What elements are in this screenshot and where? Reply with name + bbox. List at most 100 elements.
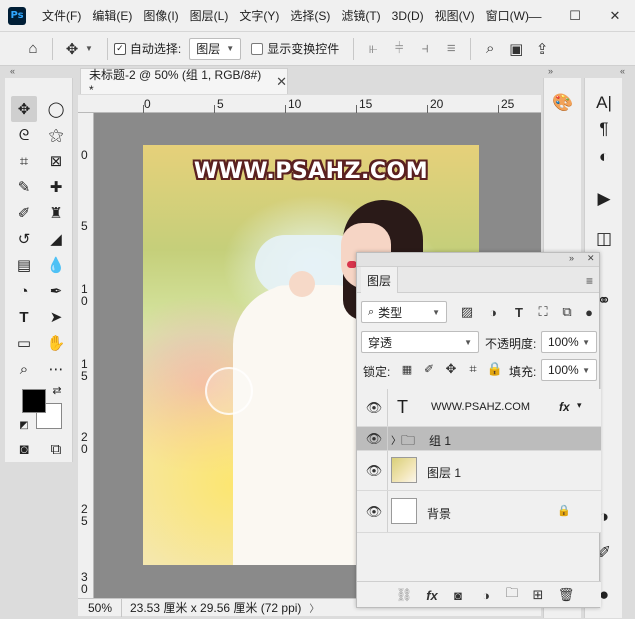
pen-icon[interactable]: ✒ bbox=[43, 278, 69, 304]
blend-mode-dropdown[interactable]: 穿透 ▼ bbox=[361, 331, 479, 353]
gradient-icon[interactable]: ▤ bbox=[11, 252, 37, 278]
menu-filter[interactable]: 滤镜(T) bbox=[337, 7, 384, 24]
auto-select-target-dropdown[interactable]: 图层 ▼ bbox=[189, 37, 242, 60]
eye-icon[interactable]: 👁 bbox=[365, 399, 383, 417]
home-icon[interactable]: ⌂ bbox=[20, 36, 46, 62]
lasso-icon[interactable]: ᘓ bbox=[11, 122, 37, 148]
chevron-down-icon[interactable]: ▾ bbox=[577, 400, 582, 411]
character-icon[interactable]: A| bbox=[589, 90, 619, 116]
layer-row-text[interactable]: 👁 T WWW.PSAHZ.COM fx ▾ bbox=[357, 389, 601, 427]
paragraph-icon[interactable]: ¶ bbox=[589, 116, 619, 142]
quick-mask-icon[interactable]: ◙ bbox=[11, 436, 37, 462]
lock-artboard-icon[interactable]: ⌗ bbox=[463, 359, 483, 379]
add-mask-icon[interactable]: ◙ bbox=[449, 586, 467, 604]
vertical-ruler[interactable]: 0 5 1 0 1 5 2 0 2 5 3 0 bbox=[78, 113, 94, 598]
hand-icon[interactable]: ✋ bbox=[43, 330, 69, 356]
dodge-icon[interactable]: ◔ bbox=[11, 278, 37, 304]
swap-colors-icon[interactable]: ⇄ bbox=[49, 382, 65, 398]
align-left-icon[interactable]: ⫦ bbox=[360, 36, 386, 62]
link-layers-icon[interactable]: ⛓ bbox=[395, 586, 413, 604]
screen-mode-icon[interactable]: ⧉ bbox=[43, 436, 69, 462]
blur-icon[interactable]: 💧 bbox=[43, 252, 69, 278]
layer-name[interactable]: 图层 1 bbox=[427, 464, 461, 481]
eyedropper-icon[interactable]: ✎ bbox=[11, 174, 37, 200]
clone-stamp-icon[interactable]: ♜ bbox=[43, 200, 69, 226]
zoom-level[interactable]: 50% bbox=[78, 598, 122, 617]
type-filter-icon[interactable]: T bbox=[509, 302, 529, 322]
play-icon[interactable]: ▶ bbox=[589, 186, 619, 212]
align-right-icon[interactable]: ⫞ bbox=[412, 36, 438, 62]
maximize-button[interactable]: ☐ bbox=[555, 0, 595, 32]
layer-name[interactable]: 组 1 bbox=[429, 432, 451, 449]
frame-icon[interactable]: ⊠ bbox=[43, 148, 69, 174]
brush-icon[interactable]: ✐ bbox=[11, 200, 37, 226]
menu-select[interactable]: 选择(S) bbox=[286, 7, 334, 24]
align-center-icon[interactable]: ⫩ bbox=[386, 36, 412, 62]
menu-file[interactable]: 文件(F) bbox=[38, 7, 85, 24]
new-layer-icon[interactable]: ⊞ bbox=[529, 586, 547, 604]
menu-type[interactable]: 文字(Y) bbox=[235, 7, 283, 24]
fx-icon[interactable]: fx bbox=[559, 400, 570, 414]
menu-layer[interactable]: 图层(L) bbox=[186, 7, 233, 24]
distribute-icon[interactable]: ≡ bbox=[438, 36, 464, 62]
delete-layer-icon[interactable]: 🗑 bbox=[557, 586, 575, 604]
toolbar-collapse-icon[interactable]: « bbox=[10, 66, 15, 78]
eye-icon[interactable]: 👁 bbox=[365, 430, 383, 448]
auto-select-checkbox[interactable]: ✓ bbox=[113, 42, 126, 55]
lock-position-icon[interactable]: ✥ bbox=[441, 359, 461, 379]
panel-collapse-icon[interactable]: » bbox=[569, 253, 574, 263]
menu-edit[interactable]: 编辑(E) bbox=[88, 7, 136, 24]
minimize-button[interactable]: — bbox=[515, 0, 555, 32]
filter-toggle-icon[interactable]: ● bbox=[579, 302, 599, 322]
layer-row-image[interactable]: 👁 图层 1 bbox=[357, 451, 601, 491]
crop-icon[interactable]: ⌗ bbox=[11, 148, 37, 174]
healing-brush-icon[interactable]: ✚ bbox=[43, 174, 69, 200]
lock-pixels-icon[interactable]: ✐ bbox=[419, 359, 439, 379]
search-icon[interactable]: ⌕ bbox=[477, 36, 503, 62]
path-selection-icon[interactable]: ➤ bbox=[43, 304, 69, 330]
new-group-icon[interactable]: 🗀 bbox=[503, 585, 521, 604]
tab-layers[interactable]: 图层 bbox=[361, 267, 399, 293]
zoom-icon[interactable]: ⌕ bbox=[11, 356, 37, 382]
libraries-icon[interactable]: ◫ bbox=[589, 226, 619, 252]
eye-icon[interactable]: 👁 bbox=[365, 503, 383, 521]
foreground-color-swatch[interactable] bbox=[22, 389, 46, 413]
lock-all-icon[interactable]: 🔒 bbox=[485, 359, 505, 379]
glyphs-icon[interactable]: ◐ bbox=[589, 144, 619, 170]
workspace-icon[interactable]: ▣ bbox=[503, 36, 529, 62]
layer-filter-dropdown[interactable]: ⌕ 类型 ▼ bbox=[361, 301, 447, 323]
eye-icon[interactable]: 👁 bbox=[365, 462, 383, 480]
layer-row-group[interactable]: 👁 〉 🗀 组 1 bbox=[357, 427, 601, 451]
fill-input[interactable]: 100% ▼ bbox=[541, 359, 597, 381]
close-button[interactable]: ✕ bbox=[595, 0, 635, 32]
document-tab[interactable]: 未标题-2 @ 50% (组 1, RGB/8#) * ✕ bbox=[80, 68, 288, 97]
layer-row-background[interactable]: 👁 背景 🔒 bbox=[357, 491, 601, 533]
pixel-filter-icon[interactable]: ▨ bbox=[457, 302, 477, 322]
close-icon[interactable]: ✕ bbox=[587, 253, 595, 264]
chevron-right-icon[interactable]: 〉 bbox=[391, 432, 401, 447]
more-tools-icon[interactable]: ⋯ bbox=[43, 356, 69, 382]
shape-filter-icon[interactable]: ⛶ bbox=[533, 302, 553, 322]
layer-name[interactable]: 背景 bbox=[427, 505, 451, 522]
move-tool-icon[interactable]: ✥ bbox=[11, 96, 37, 122]
panel-collapse-icon[interactable]: » bbox=[548, 66, 553, 78]
lock-transparency-icon[interactable]: ▦ bbox=[397, 359, 417, 379]
panel-expand-icon[interactable]: « bbox=[620, 66, 625, 78]
new-adjustment-layer-icon[interactable]: ◑ bbox=[477, 586, 495, 604]
panel-menu-icon[interactable]: ≡ bbox=[586, 274, 593, 288]
move-tool-icon[interactable]: ✥ bbox=[59, 36, 85, 62]
menu-image[interactable]: 图像(I) bbox=[139, 7, 182, 24]
eraser-icon[interactable]: ◢ bbox=[43, 226, 69, 252]
magic-wand-icon[interactable]: ⚝ bbox=[43, 122, 69, 148]
smart-object-filter-icon[interactable]: ⧉ bbox=[557, 302, 577, 322]
chevron-right-icon[interactable]: 〉 bbox=[309, 600, 319, 615]
rectangle-icon[interactable]: ▭ bbox=[11, 330, 37, 356]
type-tool-icon[interactable]: T bbox=[11, 304, 37, 330]
color-palette-icon[interactable]: 🎨 bbox=[548, 90, 578, 116]
horizontal-ruler[interactable]: 0 5 10 15 20 25 bbox=[78, 95, 541, 113]
default-colors-icon[interactable]: ◩ bbox=[17, 418, 31, 432]
menu-3d[interactable]: 3D(D) bbox=[388, 9, 428, 23]
opacity-input[interactable]: 100% ▼ bbox=[541, 331, 597, 353]
add-layer-style-icon[interactable]: fx bbox=[423, 586, 441, 604]
close-icon[interactable]: ✕ bbox=[276, 74, 287, 90]
